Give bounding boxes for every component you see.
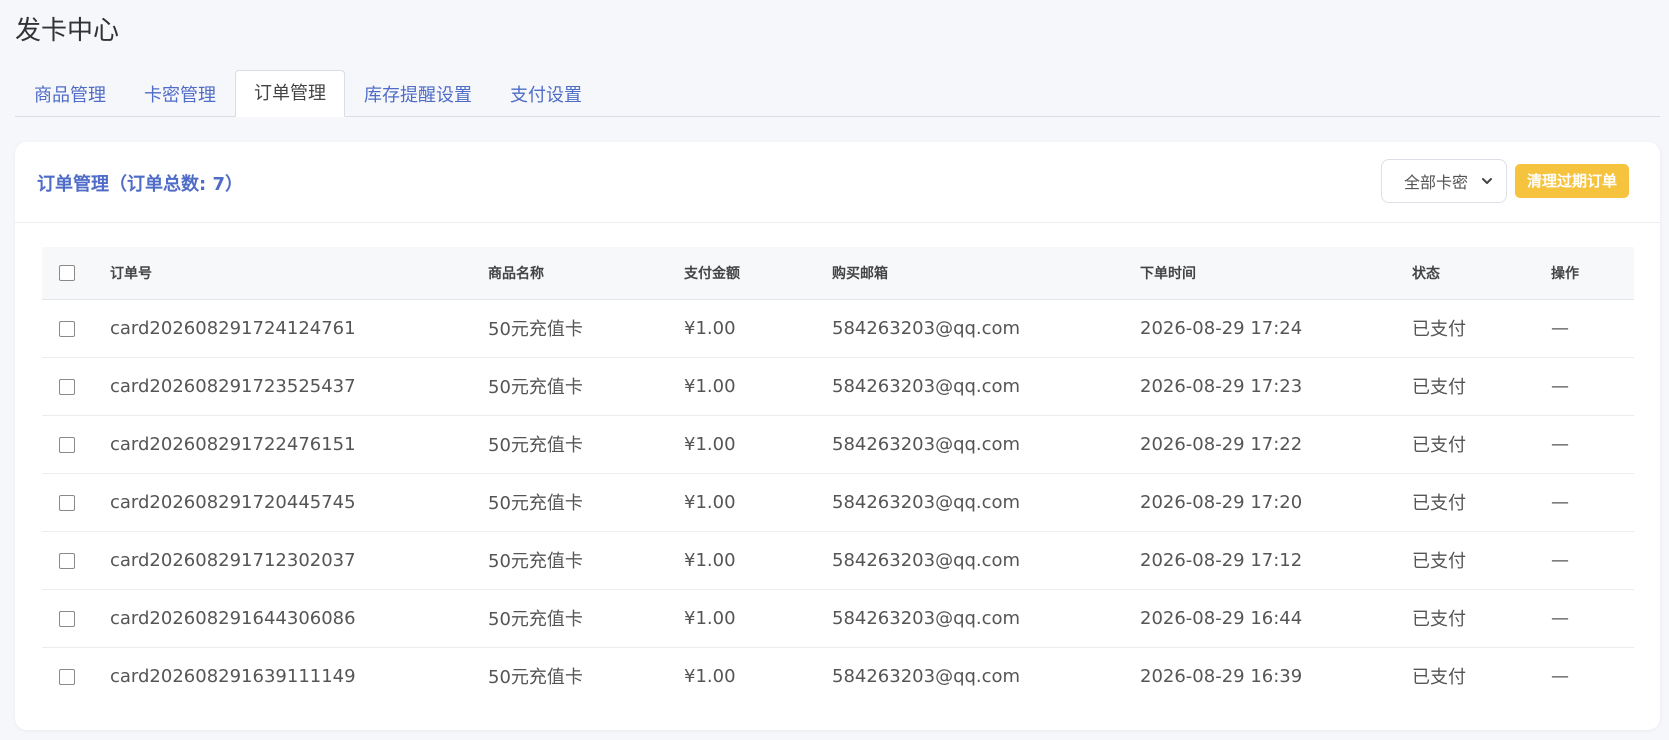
email: 584263203@qq.com: [832, 531, 1140, 590]
order-time: 2026-08-29 17:20: [1140, 473, 1412, 532]
action-cell: —: [1551, 665, 1569, 687]
table-row: card202608291722476151 50元充值卡 ¥1.00 5842…: [42, 415, 1634, 474]
row-checkbox[interactable]: [59, 436, 75, 453]
status-badge: 已支付: [1412, 473, 1551, 532]
order-no: card202608291723525437: [110, 357, 488, 416]
card-header: 订单管理（订单总数: 7） 全部卡密 清理过期订单: [15, 142, 1660, 223]
product-name: 50元充值卡: [488, 415, 684, 474]
amount: ¥1.00: [684, 299, 832, 358]
order-no: card202608291644306086: [110, 589, 488, 648]
page-title: 发卡中心: [15, 16, 120, 46]
table-row: card202608291639111149 50元充值卡 ¥1.00 5842…: [42, 647, 1634, 705]
tab-payment-settings[interactable]: 支付设置: [491, 72, 601, 117]
table-header-row: 订单号 商品名称 支付金额 购买邮箱 下单时间 状态 操作: [42, 247, 1634, 300]
orders-table: 订单号 商品名称 支付金额 购买邮箱 下单时间 状态 操作 card202608…: [42, 247, 1634, 705]
order-no: card202608291712302037: [110, 531, 488, 590]
action-cell: —: [1551, 589, 1634, 648]
email: 584263203@qq.com: [832, 415, 1140, 474]
status-badge: 已支付: [1412, 299, 1551, 358]
card-title: 订单管理（订单总数: 7）: [37, 174, 243, 195]
product-name: 50元充值卡: [488, 357, 684, 416]
order-no: card202608291720445745: [110, 473, 488, 532]
product-name: 50元充值卡: [488, 589, 684, 648]
amount: ¥1.00: [684, 665, 736, 687]
order-time: 2026-08-29 17:12: [1140, 531, 1412, 590]
table-row: card202608291720445745 50元充值卡 ¥1.00 5842…: [42, 473, 1634, 532]
row-checkbox[interactable]: [59, 668, 75, 685]
amount: ¥1.00: [684, 357, 832, 416]
clear-expired-orders-button[interactable]: 清理过期订单: [1515, 164, 1629, 198]
action-cell: —: [1551, 531, 1634, 590]
col-header-order-no: 订单号: [110, 247, 488, 300]
table-row: card202608291644306086 50元充值卡 ¥1.00 5842…: [42, 589, 1634, 648]
action-cell: —: [1551, 415, 1634, 474]
action-cell: —: [1551, 299, 1634, 358]
product-name: 50元充值卡: [488, 531, 684, 590]
email: 584263203@qq.com: [832, 357, 1140, 416]
row-checkbox[interactable]: [59, 552, 75, 569]
filter-select-value: 全部卡密: [1404, 173, 1469, 192]
product-name: 50元充值卡: [488, 473, 684, 532]
email: 584263203@qq.com: [832, 589, 1140, 648]
order-time: 2026-08-29 17:23: [1140, 357, 1412, 416]
action-cell: —: [1551, 473, 1634, 532]
email: 584263203@qq.com: [832, 299, 1140, 358]
tab-bar: 商品管理 卡密管理 订单管理 库存提醒设置 支付设置: [15, 70, 1660, 117]
amount: ¥1.00: [684, 473, 832, 532]
tab-products[interactable]: 商品管理: [15, 72, 125, 117]
product-name: 50元充值卡: [488, 299, 684, 358]
status-badge: 已支付: [1412, 357, 1551, 416]
col-header-amount: 支付金额: [684, 247, 832, 300]
amount: ¥1.00: [684, 415, 832, 474]
tab-orders[interactable]: 订单管理: [235, 70, 345, 117]
col-header-action: 操作: [1551, 247, 1634, 300]
order-time: 2026-08-29 16:39: [1140, 665, 1303, 687]
select-all-cell: [42, 247, 110, 300]
row-checkbox[interactable]: [59, 610, 75, 627]
chevron-down-icon: [1482, 178, 1492, 184]
status-badge: 已支付: [1412, 667, 1466, 688]
amount: ¥1.00: [684, 589, 832, 648]
order-no: card202608291639111149: [110, 665, 356, 687]
card-filter-select[interactable]: 全部卡密: [1381, 159, 1507, 203]
col-header-product: 商品名称: [488, 247, 684, 300]
row-checkbox[interactable]: [59, 494, 75, 511]
order-time: 2026-08-29 17:24: [1140, 299, 1412, 358]
table-row: card202608291723525437 50元充值卡 ¥1.00 5842…: [42, 357, 1634, 416]
status-badge: 已支付: [1412, 589, 1551, 648]
orders-card: 订单管理（订单总数: 7） 全部卡密 清理过期订单 订单号 商品名称 支付金额 …: [15, 142, 1660, 730]
col-header-time: 下单时间: [1140, 247, 1412, 300]
status-badge: 已支付: [1412, 415, 1551, 474]
table-row: card202608291724124761 50元充值卡 ¥1.00 5842…: [42, 299, 1634, 358]
select-all-checkbox[interactable]: [59, 264, 75, 281]
order-no: card202608291724124761: [110, 299, 488, 358]
tab-stock-alert-settings[interactable]: 库存提醒设置: [345, 72, 491, 117]
order-time: 2026-08-29 17:22: [1140, 415, 1412, 474]
email: 584263203@qq.com: [832, 665, 1021, 687]
row-checkbox[interactable]: [59, 320, 75, 337]
product-name: 50元充值卡: [488, 667, 583, 688]
action-cell: —: [1551, 357, 1634, 416]
order-time: 2026-08-29 16:44: [1140, 589, 1412, 648]
col-header-email: 购买邮箱: [832, 247, 1140, 300]
tab-card-keys[interactable]: 卡密管理: [125, 72, 235, 117]
col-header-status: 状态: [1412, 247, 1551, 300]
email: 584263203@qq.com: [832, 473, 1140, 532]
table-row: card202608291712302037 50元充值卡 ¥1.00 5842…: [42, 531, 1634, 590]
status-badge: 已支付: [1412, 531, 1551, 590]
row-checkbox[interactable]: [59, 378, 75, 395]
amount: ¥1.00: [684, 531, 832, 590]
order-no: card202608291722476151: [110, 415, 488, 474]
